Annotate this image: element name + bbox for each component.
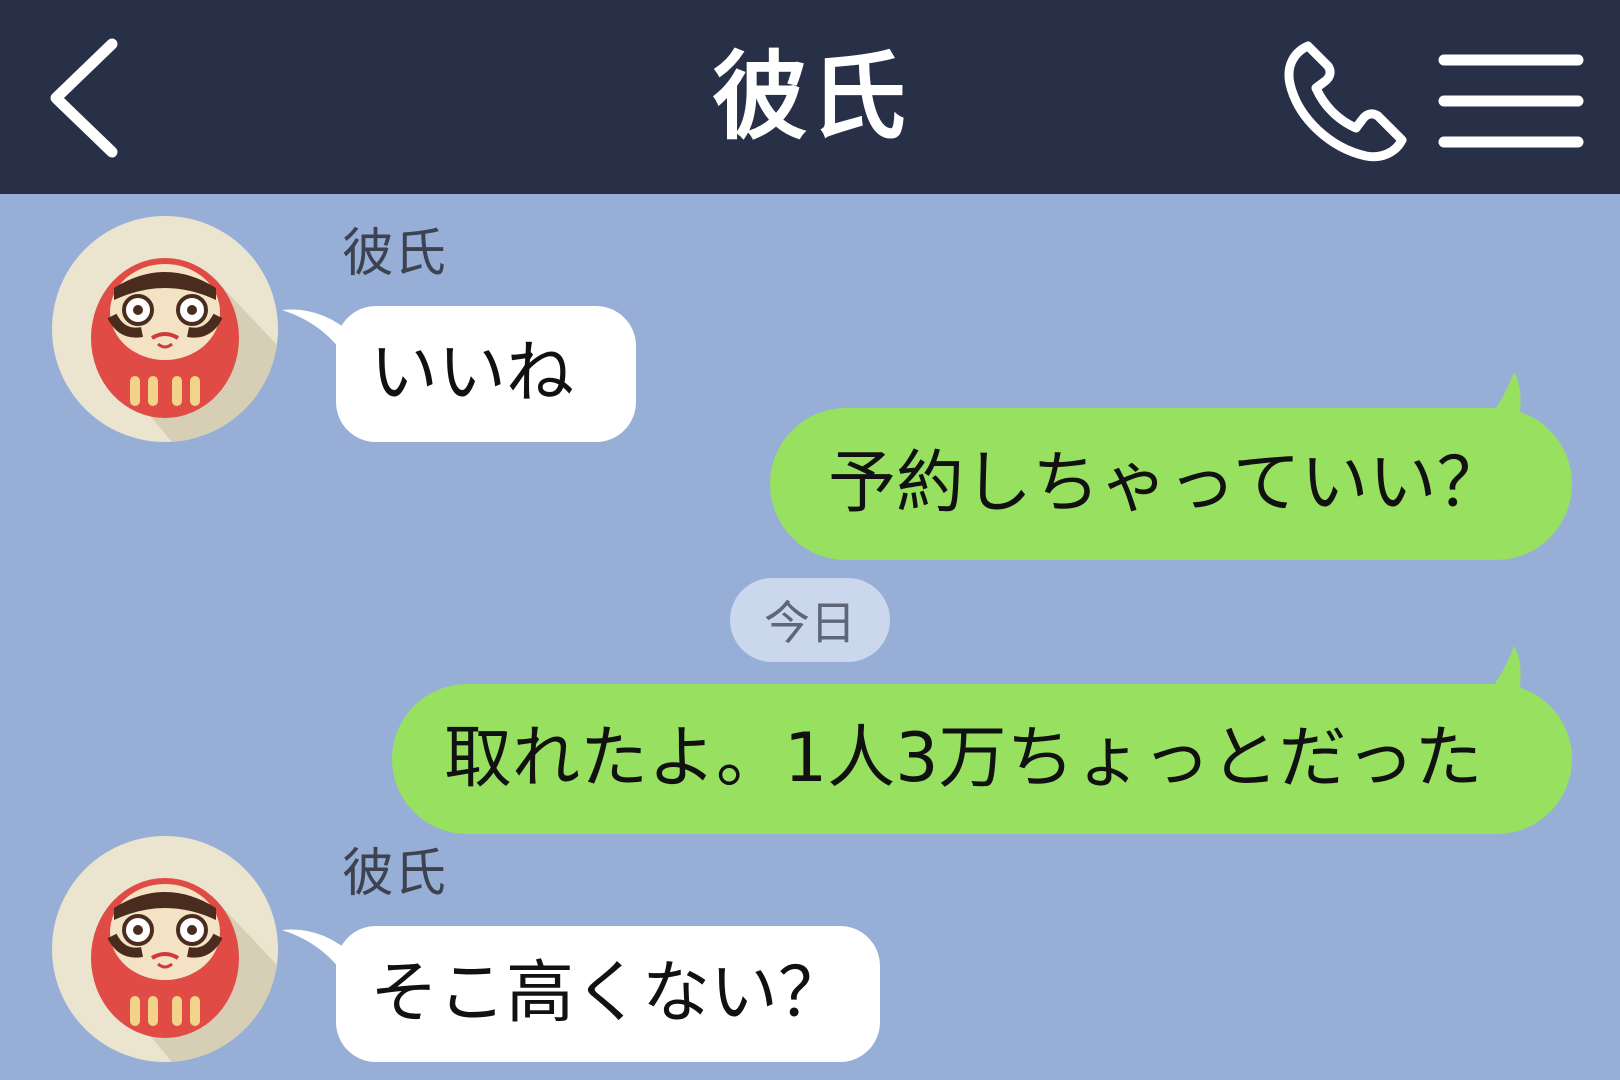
outgoing-message-bubble[interactable]: 取れたよ。1人3万ちょっとだった	[392, 684, 1572, 834]
chat-screen: 彼氏 彼氏 いいね 予約しちゃっていい？ 今日 取れたよ。1人3万ちょっとだった…	[0, 0, 1620, 1080]
hamburger-menu-icon	[1438, 54, 1584, 148]
phone-icon	[1284, 41, 1407, 162]
incoming-message-bubble[interactable]: そこ高くない？	[336, 926, 880, 1062]
sender-name: 彼氏	[342, 224, 447, 284]
message-text: 取れたよ。1人3万ちょっとだった	[444, 719, 1483, 798]
menu-button[interactable]	[1436, 46, 1586, 156]
message-text: そこ高くない？	[370, 954, 847, 1033]
sender-name: 彼氏	[342, 844, 447, 904]
daruma-icon	[91, 878, 278, 1062]
date-separator: 今日	[730, 578, 890, 662]
daruma-avatar[interactable]	[52, 836, 278, 1062]
message-text: いいね	[370, 334, 575, 413]
daruma-avatar[interactable]	[52, 216, 278, 442]
date-separator-label: 今日	[764, 596, 856, 650]
chat-header: 彼氏	[0, 0, 1620, 194]
message-text: 予約しちゃっていい？	[828, 444, 1505, 523]
call-button[interactable]	[1280, 36, 1415, 166]
outgoing-message-bubble[interactable]: 予約しちゃっていい？	[770, 408, 1572, 560]
daruma-icon	[91, 258, 278, 442]
incoming-message-bubble[interactable]: いいね	[336, 306, 636, 442]
